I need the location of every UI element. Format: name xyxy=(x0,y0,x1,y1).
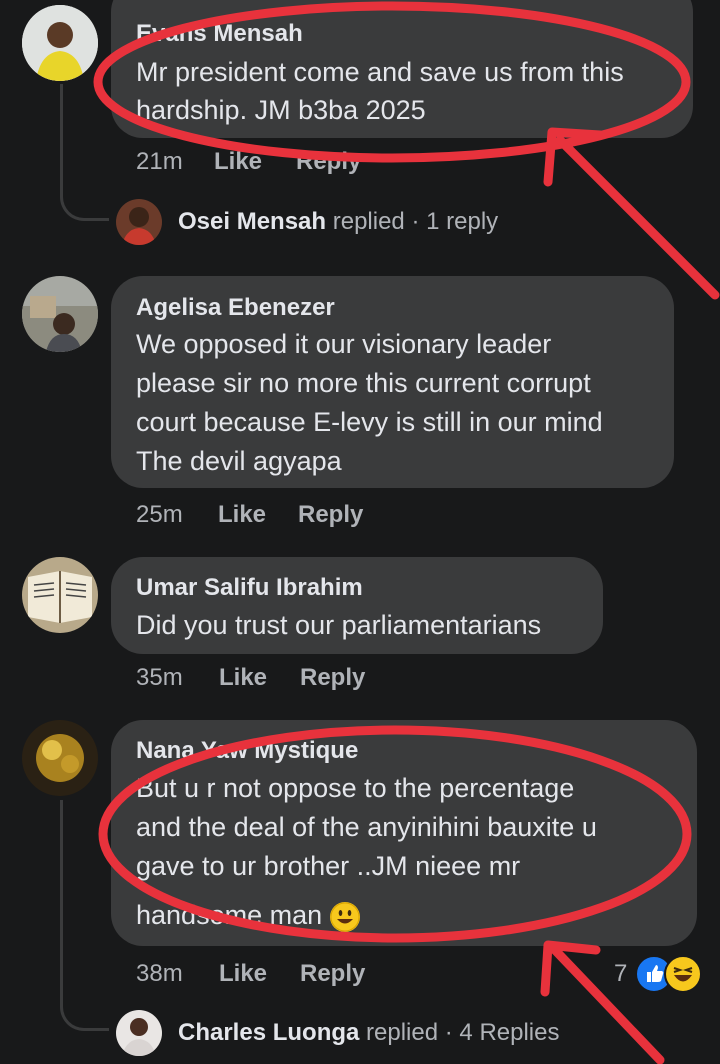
reply-author[interactable]: Charles Luonga xyxy=(178,1019,359,1046)
comment-time: 35m xyxy=(136,664,183,691)
comment-text-line: Mr president come and save us from this xyxy=(136,57,624,87)
like-button[interactable]: Like xyxy=(218,501,266,529)
comment-text-line: handsome man xyxy=(136,896,360,935)
comment-author[interactable]: Agelisa Ebenezer xyxy=(136,294,335,322)
avatar[interactable] xyxy=(22,557,98,633)
comment-author[interactable]: Evans Mensah xyxy=(136,20,303,48)
comment-text-line: hardship. JM b3ba 2025 xyxy=(136,95,426,125)
comment-author[interactable]: Nana Yaw Mystique xyxy=(136,737,358,765)
replied-label: replied xyxy=(332,208,405,235)
avatar[interactable] xyxy=(116,1010,162,1056)
haha-reaction-icon[interactable] xyxy=(664,955,702,993)
like-button[interactable]: Like xyxy=(219,664,267,692)
comment-text-line: But u r not oppose to the percentage xyxy=(136,773,575,803)
reply-count[interactable]: 1 reply xyxy=(426,208,498,235)
reply-button[interactable]: Reply xyxy=(300,664,365,692)
comment-text-line: We opposed it our visionary leader xyxy=(136,329,552,359)
comments-page: Evans Mensah Mr president come and save … xyxy=(0,0,720,1064)
like-button[interactable]: Like xyxy=(219,960,267,988)
comment-time: 25m xyxy=(136,501,183,528)
replied-label: replied xyxy=(366,1019,439,1046)
reply-button[interactable]: Reply xyxy=(296,148,361,176)
comment-text-line: please sir no more this current corrupt xyxy=(136,368,591,398)
comment-time: 21m xyxy=(136,148,183,175)
separator: · xyxy=(444,1019,453,1046)
reply-author[interactable]: Osei Mensah xyxy=(178,208,326,235)
view-replies-link[interactable]: Osei Mensah replied · 1 reply xyxy=(178,208,498,236)
separator: · xyxy=(411,208,420,235)
smile-emoji-icon xyxy=(329,901,360,932)
thread-line xyxy=(60,84,109,221)
comment-text-line: and the deal of the anyinihini bauxite u xyxy=(136,812,597,842)
comment-text: handsome man xyxy=(136,900,323,930)
reaction-count[interactable]: 7 xyxy=(614,960,627,988)
reply-button[interactable]: Reply xyxy=(300,960,365,988)
view-replies-link[interactable]: Charles Luonga replied · 4 Replies xyxy=(178,1019,559,1047)
comment-time: 38m xyxy=(136,960,183,987)
avatar[interactable] xyxy=(22,5,98,81)
avatar[interactable] xyxy=(22,276,98,352)
annotation-arrow xyxy=(543,127,720,300)
reply-button[interactable]: Reply xyxy=(298,501,363,529)
like-button[interactable]: Like xyxy=(214,148,262,176)
avatar[interactable] xyxy=(116,199,162,245)
comment-text-line: gave to ur brother ..JM nieee mr xyxy=(136,851,521,881)
avatar[interactable] xyxy=(22,720,98,796)
comment-author[interactable]: Umar Salifu Ibrahim xyxy=(136,574,363,602)
comment-text-line: court because E-levy is still in our min… xyxy=(136,407,603,437)
thread-line xyxy=(60,800,109,1031)
reply-count[interactable]: 4 Replies xyxy=(459,1019,559,1046)
comment-text-line: Did you trust our parliamentarians xyxy=(136,610,542,640)
comment-text-line: The devil agyapa xyxy=(136,446,342,476)
